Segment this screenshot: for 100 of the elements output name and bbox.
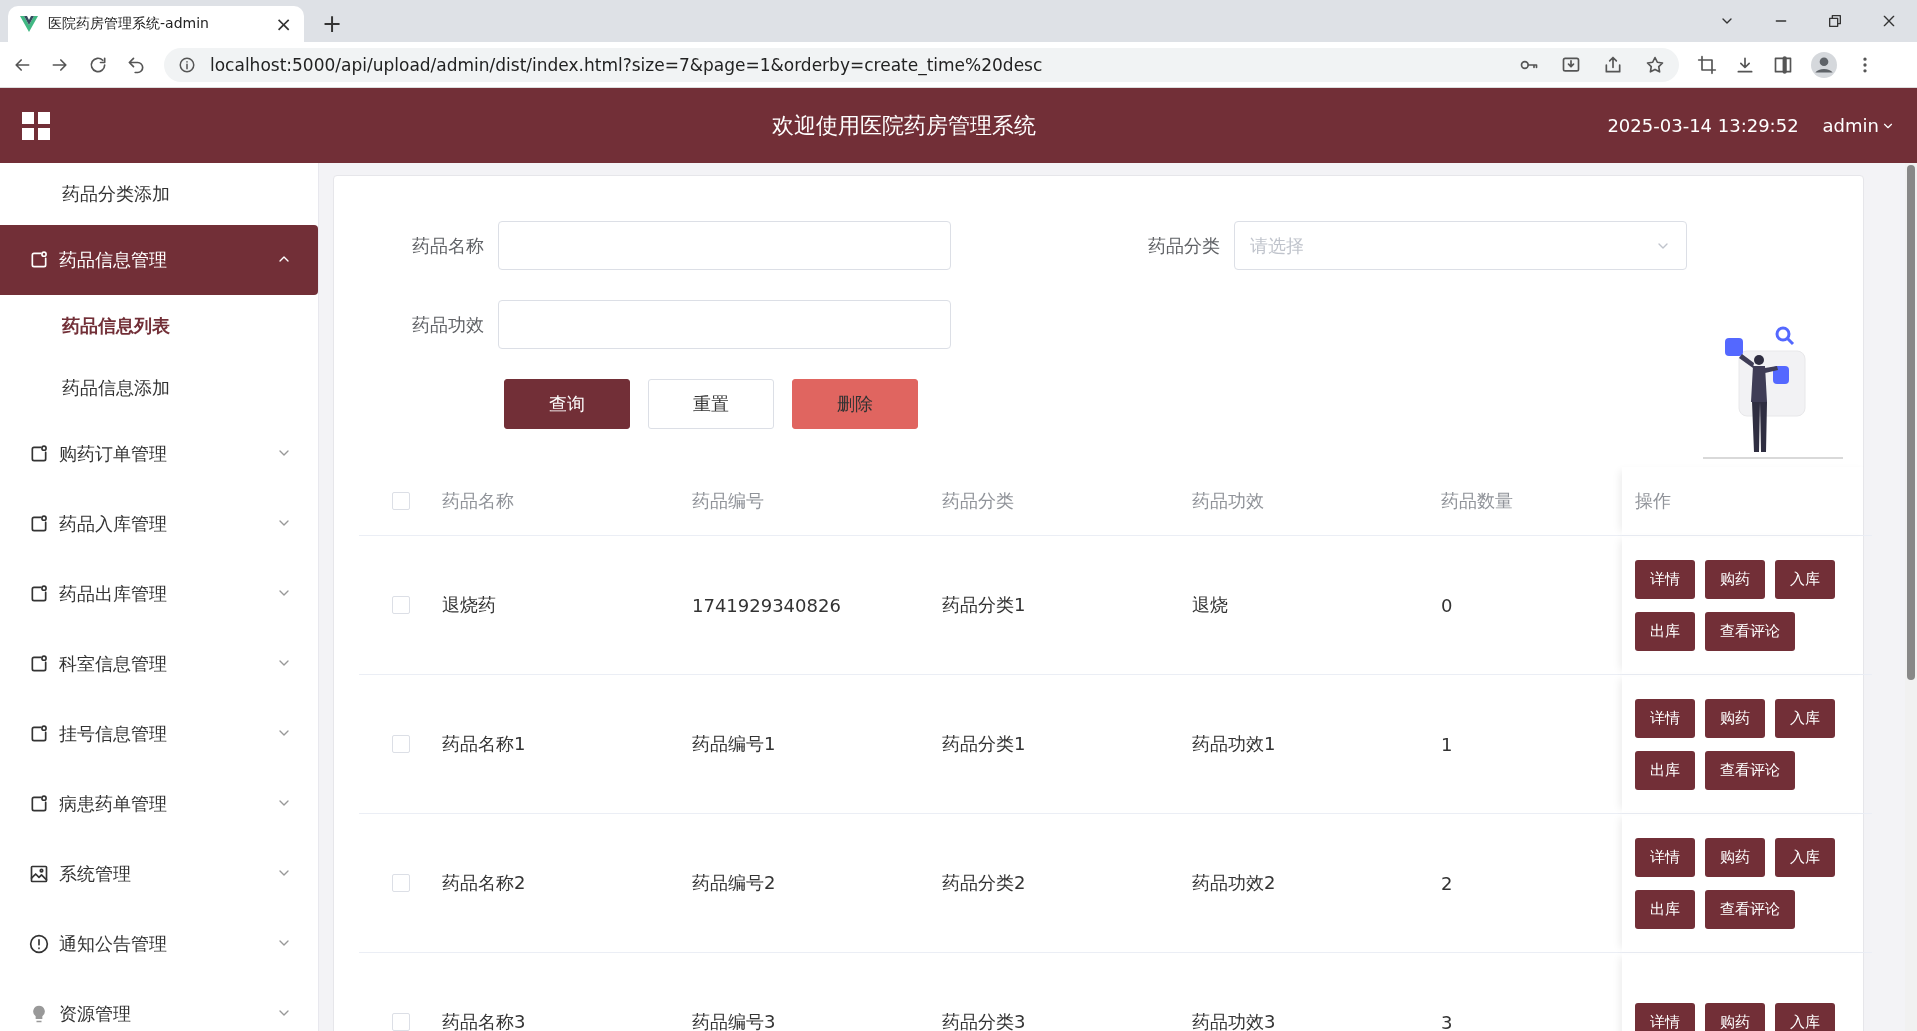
- table-cell: 1741929340826: [692, 594, 841, 616]
- checkbox[interactable]: [391, 596, 410, 614]
- profile-icon[interactable]: [1811, 51, 1837, 78]
- crop-icon[interactable]: [1697, 54, 1717, 75]
- action-button[interactable]: 详情: [1635, 559, 1695, 599]
- action-button[interactable]: 详情: [1635, 1002, 1695, 1031]
- undo-icon[interactable]: [126, 54, 146, 75]
- action-button[interactable]: 入库: [1775, 1002, 1835, 1031]
- share-icon[interactable]: [1603, 54, 1623, 75]
- action-button[interactable]: 查看评论: [1705, 611, 1795, 651]
- table-cell: 药品名称2: [442, 871, 526, 895]
- table-cell: 退烧: [1192, 593, 1228, 617]
- action-button[interactable]: 入库: [1775, 698, 1835, 738]
- checkbox[interactable]: [391, 492, 410, 510]
- table-cell: 药品分类1: [942, 732, 1026, 756]
- table-cell: 药品名称1: [442, 732, 526, 756]
- alert-icon: [29, 934, 49, 954]
- document-icon: [29, 250, 49, 270]
- table-cell: 药品编号2: [692, 871, 776, 895]
- document-icon: [29, 654, 49, 674]
- tab-title: 医院药房管理系统-admin: [48, 15, 210, 33]
- field-label: 药品分类: [1147, 233, 1220, 258]
- document-icon: [29, 794, 49, 814]
- menu-item[interactable]: 通知公告管理: [0, 909, 318, 979]
- input-field[interactable]: [498, 221, 951, 270]
- menu-item[interactable]: 药品信息管理: [0, 225, 318, 295]
- table-cell: 药品编号3: [692, 1010, 776, 1031]
- new-tab-button[interactable]: +: [322, 12, 343, 36]
- table-cell: 药品编号1: [692, 732, 776, 756]
- browser-tab[interactable]: 医院药房管理系统-admin ×: [8, 6, 304, 42]
- column-header: 药品名称: [442, 489, 514, 513]
- action-button[interactable]: 入库: [1775, 837, 1835, 877]
- action-button[interactable]: 查看评论: [1705, 889, 1795, 929]
- reload-icon[interactable]: [88, 54, 108, 75]
- table-cell: 2: [1441, 872, 1453, 894]
- menu-item[interactable]: 药品入库管理: [0, 489, 318, 559]
- table-cell: 药品功效2: [1192, 871, 1276, 895]
- column-header: 药品分类: [942, 489, 1014, 513]
- menu-item[interactable]: 购药订单管理: [0, 419, 318, 489]
- table-cell: 3: [1441, 1011, 1453, 1031]
- table-cell: 退烧药: [442, 593, 496, 617]
- close-icon[interactable]: [1881, 13, 1897, 29]
- action-button[interactable]: 出库: [1635, 889, 1695, 929]
- table-cell: 1: [1441, 733, 1453, 755]
- action-button[interactable]: 购药: [1705, 837, 1765, 877]
- address-bar[interactable]: localhost:5000/api/upload/admin/dist/index.html?size=7&page=1&orderby=create_time%20desc: [164, 47, 1679, 82]
- action-button[interactable]: 购药: [1705, 559, 1765, 599]
- submenu-item[interactable]: 药品信息列表: [0, 295, 318, 357]
- scrollbar[interactable]: [1905, 163, 1917, 1031]
- star-icon[interactable]: [1645, 54, 1665, 75]
- search-button[interactable]: 查询: [504, 379, 630, 429]
- table-cell: 药品分类2: [942, 871, 1026, 895]
- submenu-item[interactable]: 药品信息添加: [0, 357, 318, 419]
- tab-close-button[interactable]: ×: [275, 14, 292, 34]
- column-header: 药品数量: [1441, 489, 1513, 513]
- checkbox[interactable]: [391, 1013, 410, 1031]
- action-button[interactable]: 入库: [1775, 559, 1835, 599]
- delete-button[interactable]: 删除: [792, 379, 918, 429]
- sidebar-icon[interactable]: [1773, 54, 1793, 75]
- action-button[interactable]: 购药: [1705, 698, 1765, 738]
- info-icon[interactable]: [178, 55, 196, 74]
- reset-button[interactable]: 重置: [648, 379, 774, 429]
- table-cell: 药品分类1: [942, 593, 1026, 617]
- menu-item[interactable]: 系统管理: [0, 839, 318, 909]
- action-button[interactable]: 出库: [1635, 611, 1695, 651]
- grid-menu-icon[interactable]: [22, 111, 50, 140]
- image-icon: [29, 864, 49, 884]
- app-title: 欢迎使用医院药房管理系统: [770, 111, 1037, 140]
- table-cell: 药品功效1: [1192, 732, 1276, 756]
- datetime: 2025-03-14 13:29:52: [1607, 115, 1799, 136]
- action-button[interactable]: 出库: [1635, 750, 1695, 790]
- action-button[interactable]: 查看评论: [1705, 750, 1795, 790]
- table-cell: 药品分类3: [942, 1010, 1026, 1031]
- menu-item[interactable]: 挂号信息管理: [0, 699, 318, 769]
- action-button[interactable]: 详情: [1635, 837, 1695, 877]
- restore-icon[interactable]: [1827, 13, 1843, 29]
- column-header: 操作: [1635, 489, 1671, 513]
- table-cell: 0: [1441, 594, 1453, 616]
- action-button[interactable]: 详情: [1635, 698, 1695, 738]
- menu-item[interactable]: 药品出库管理: [0, 559, 318, 629]
- menu-item[interactable]: 资源管理: [0, 979, 318, 1031]
- user-menu[interactable]: admin: [1822, 115, 1895, 136]
- menu-item[interactable]: 病患药单管理: [0, 769, 318, 839]
- action-button[interactable]: 购药: [1705, 1002, 1765, 1031]
- checkbox[interactable]: [391, 735, 410, 753]
- column-header: 药品功效: [1192, 489, 1264, 513]
- document-icon: [29, 584, 49, 604]
- document-icon: [29, 724, 49, 744]
- document-icon: [29, 514, 49, 534]
- column-header: 药品编号: [692, 489, 764, 513]
- table-cell: 药品功效3: [1192, 1010, 1276, 1031]
- input-field[interactable]: [498, 300, 951, 349]
- checkbox[interactable]: [391, 874, 410, 892]
- submenu-item[interactable]: 药品分类添加: [0, 163, 318, 225]
- logo-icon: [20, 16, 38, 32]
- field-label: 药品名称: [411, 233, 484, 258]
- document-icon: [29, 444, 49, 464]
- field-label: 药品功效: [411, 312, 484, 337]
- menu-item[interactable]: 科室信息管理: [0, 629, 318, 699]
- table-cell: 药品名称3: [442, 1010, 526, 1031]
